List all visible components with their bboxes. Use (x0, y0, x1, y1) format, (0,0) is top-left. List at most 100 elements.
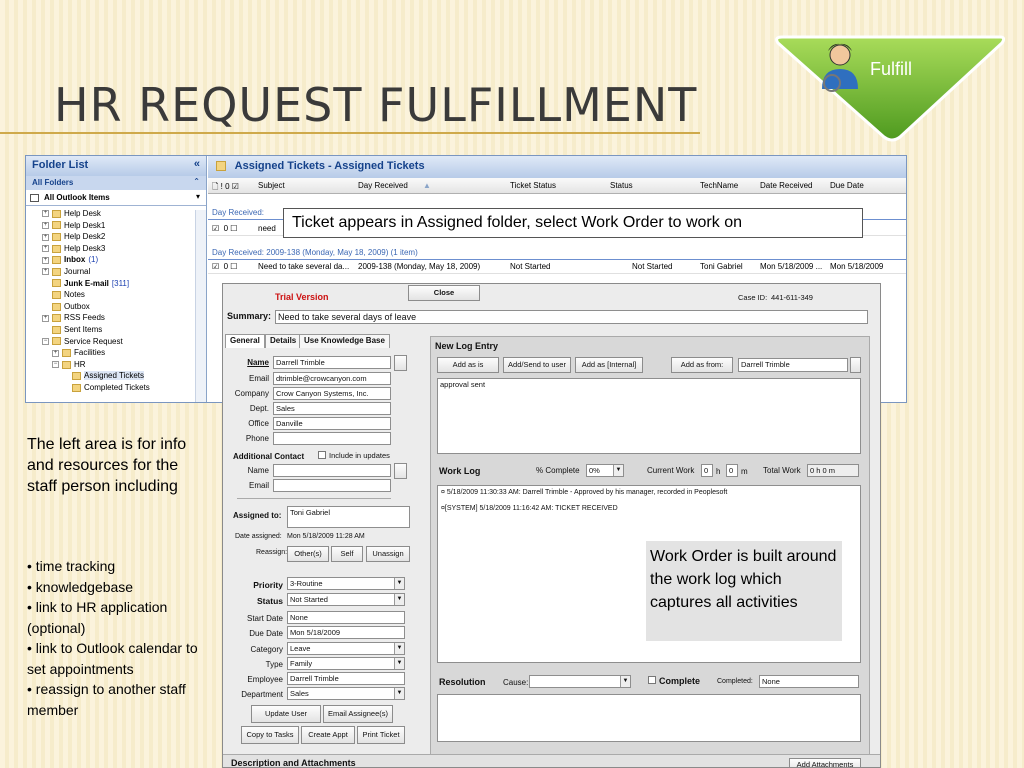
expand-icon[interactable]: − (52, 361, 59, 369)
sidebar-item[interactable]: + Facilities (26, 347, 206, 359)
additional-lookup-button[interactable] (394, 463, 407, 479)
add-from-field[interactable]: Darrell Trimble (738, 358, 848, 372)
email-assignee-button[interactable]: Email Assignee(s) (323, 705, 393, 723)
sidebar-item[interactable]: Assigned Tickets (26, 370, 206, 382)
dept-field[interactable]: Sales (273, 402, 391, 415)
sidebar-item[interactable]: Outbox (26, 301, 206, 313)
update-user-button[interactable]: Update User (251, 705, 321, 723)
department-select[interactable]: Sales ▼ (287, 687, 405, 700)
folder-scrollbar[interactable] (195, 210, 206, 402)
ticket-due-date: Mon 5/18/2009 (830, 262, 884, 271)
employee-field[interactable]: Darrell Trimble (287, 672, 405, 685)
sidebar-item[interactable]: − HR (26, 359, 206, 371)
folder-selector[interactable]: All Outlook Items ▾ (26, 190, 206, 206)
sidebar-item[interactable]: Completed Tickets (26, 382, 206, 394)
expand-icon[interactable]: + (42, 245, 49, 253)
additional-email-label: Email (248, 481, 269, 490)
resolution-textarea[interactable] (437, 694, 861, 742)
table-row[interactable]: ☑ 0 ☐ Need to take several da... 2009-13… (208, 260, 906, 274)
add-from-lookup-button[interactable] (850, 357, 861, 373)
add-as-from-button[interactable]: Add as from: (671, 357, 733, 373)
name-lookup-button[interactable] (394, 355, 407, 371)
sidebar-item[interactable]: + RSS Feeds (26, 312, 206, 324)
copy-to-tasks-button[interactable]: Copy to Tasks (241, 726, 299, 744)
add-internal-button[interactable]: Add as [Internal] (575, 357, 643, 373)
status-select[interactable]: Not Started ▼ (287, 593, 405, 606)
sidebar-item-count: [311] (111, 278, 130, 288)
add-as-is-button[interactable]: Add as is (437, 357, 499, 373)
sidebar-item[interactable]: + Journal (26, 266, 206, 278)
sidebar-item[interactable]: − Service Request (26, 336, 206, 348)
reassign-others-button[interactable]: Other(s) (287, 546, 329, 562)
column-day-received[interactable]: Day Received (358, 181, 408, 190)
sidebar-item[interactable]: + Help Desk (26, 208, 206, 220)
expand-icon[interactable]: + (42, 221, 49, 229)
current-work-minutes[interactable]: 0 (726, 464, 738, 477)
company-field[interactable]: Crow Canyon Systems, Inc. (273, 387, 391, 400)
additional-email-field[interactable] (273, 479, 391, 492)
sidebar-item[interactable]: Junk E-mail [311] (26, 278, 206, 290)
column-subject[interactable]: Subject (258, 181, 285, 190)
additional-name-label: Name (247, 466, 269, 475)
category-select[interactable]: Leave ▼ (287, 642, 405, 655)
tab-general[interactable]: General (225, 334, 265, 348)
chevron-up-icon[interactable]: ⌃ (193, 177, 200, 186)
expand-icon[interactable]: + (42, 256, 49, 264)
name-field[interactable]: Darrell Trimble (273, 356, 391, 369)
column-techname[interactable]: TechName (700, 181, 738, 190)
phone-field[interactable] (273, 432, 391, 445)
pct-complete-select[interactable]: 0% ▼ (586, 464, 624, 477)
sidebar-item[interactable]: Notes (26, 289, 206, 301)
collapse-icon[interactable]: « (194, 158, 200, 170)
sidebar-item[interactable]: + Help Desk1 (26, 220, 206, 232)
unassign-button[interactable]: Unassign (366, 546, 410, 562)
column-ticket-status[interactable]: Ticket Status (510, 181, 556, 190)
email-field[interactable]: dtrimble@crowcanyon.com (273, 372, 391, 385)
column-icons[interactable]: 🗋 ! 0 ☑ (212, 181, 239, 195)
summary-input[interactable]: Need to take several days of leave (275, 310, 868, 324)
expand-icon[interactable]: + (42, 314, 49, 322)
add-attachments-button[interactable]: Add Attachments (789, 758, 861, 767)
group-row[interactable]: Day Received: 2009-138 (Monday, May 18, … (208, 246, 906, 260)
priority-select[interactable]: 3-Routine ▼ (287, 577, 405, 590)
expand-icon[interactable]: − (42, 337, 49, 345)
include-updates-checkbox[interactable] (318, 451, 326, 459)
column-status[interactable]: Status (610, 181, 633, 190)
completed-field[interactable]: None (759, 675, 859, 688)
chevron-down-icon: ▼ (394, 643, 404, 654)
assigned-to-label: Assigned to: (233, 511, 282, 520)
sidebar-item[interactable]: Sent Items (26, 324, 206, 336)
type-select[interactable]: Family ▼ (287, 657, 405, 670)
tab-details[interactable]: Details (265, 334, 302, 348)
office-field[interactable]: Danville (273, 417, 391, 430)
reassign-self-button[interactable]: Self (331, 546, 363, 562)
folder-icon (52, 244, 61, 253)
add-send-to-user-button[interactable]: Add/Send to user (503, 357, 571, 373)
current-work-hours[interactable]: 0 (701, 464, 713, 477)
close-button[interactable]: Close (408, 285, 480, 301)
due-date-field[interactable]: Mon 5/18/2009 (287, 626, 405, 639)
cause-select[interactable]: ▼ (529, 675, 631, 688)
column-date-received[interactable]: Date Received (760, 181, 812, 190)
start-date-field[interactable]: None (287, 611, 405, 624)
expand-icon[interactable]: + (42, 233, 49, 241)
additional-name-field[interactable] (273, 464, 391, 477)
due-date-label: Due Date (249, 629, 283, 638)
complete-checkbox[interactable] (648, 676, 656, 684)
print-ticket-button[interactable]: Print Ticket (357, 726, 405, 744)
assigned-to-field[interactable]: Toni Gabriel (287, 506, 410, 528)
chevron-down-icon[interactable]: ▾ (196, 192, 200, 201)
log-entry-textarea[interactable]: approval sent (437, 378, 861, 454)
phone-label: Phone (245, 434, 269, 443)
sidebar-item[interactable]: + Help Desk3 (26, 243, 206, 255)
chevron-down-icon: ▼ (394, 578, 404, 589)
expand-icon[interactable]: + (52, 349, 59, 357)
expand-icon[interactable]: + (42, 268, 49, 276)
sidebar-item[interactable]: + Inbox (1) (26, 254, 206, 266)
column-due-date[interactable]: Due Date (830, 181, 864, 190)
folder-selector-label: All Outlook Items (43, 193, 110, 202)
expand-icon[interactable]: + (42, 210, 49, 218)
create-appt-button[interactable]: Create Appt (301, 726, 355, 744)
tab-knowledge-base[interactable]: Use Knowledge Base (299, 334, 390, 348)
sidebar-item[interactable]: + Help Desk2 (26, 231, 206, 243)
